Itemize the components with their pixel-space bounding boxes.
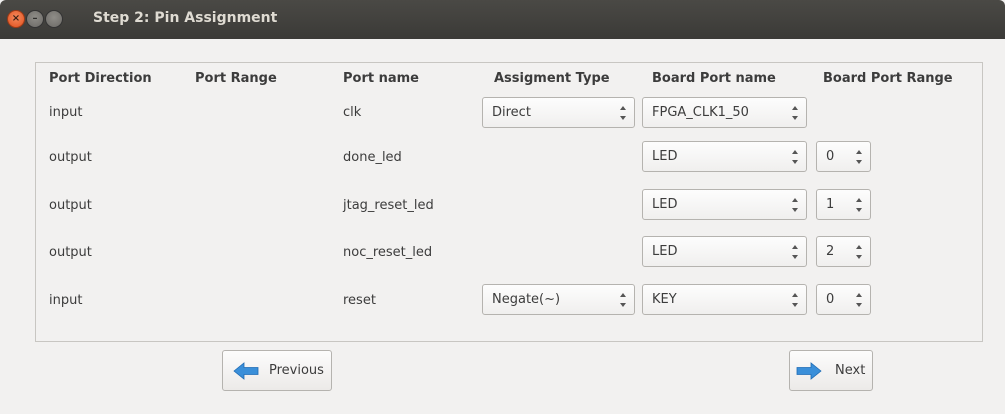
row-direction: output — [49, 245, 92, 260]
assignment-type-select[interactable]: Direct — [482, 97, 635, 128]
window-close-button[interactable]: × — [7, 10, 25, 28]
close-icon: × — [11, 13, 21, 24]
window-minimize-button[interactable]: – — [26, 10, 44, 28]
row-direction: output — [49, 198, 92, 213]
header-board-port-range: Board Port Range — [823, 71, 953, 86]
board-port-value: KEY — [652, 292, 677, 307]
previous-label: Previous — [269, 363, 324, 378]
board-range-value: 0 — [826, 149, 835, 164]
spinner-arrows-icon — [791, 245, 799, 259]
assignment-type-select[interactable]: Negate(~) — [482, 284, 635, 315]
window-title: Step 2: Pin Assignment — [93, 10, 278, 26]
board-port-value: FPGA_CLK1_50 — [652, 105, 749, 120]
header-port-range: Port Range — [195, 71, 277, 86]
board-port-select[interactable]: FPGA_CLK1_50 — [642, 97, 807, 128]
spinner-arrows-icon — [791, 150, 799, 164]
board-port-value: LED — [652, 149, 678, 164]
board-range-spinbox[interactable]: 0 — [816, 284, 871, 315]
spinner-arrows-icon — [791, 293, 799, 307]
spinner-arrows-icon — [619, 293, 627, 307]
board-range-value: 1 — [826, 197, 835, 212]
board-port-select[interactable]: KEY — [642, 284, 807, 315]
row-direction: input — [49, 105, 83, 120]
window-maximize-button[interactable] — [45, 10, 63, 28]
arrow-left-icon — [233, 362, 259, 380]
row-port-name: clk — [343, 105, 362, 120]
row-direction: input — [49, 293, 83, 308]
spinner-arrows-icon — [791, 198, 799, 212]
board-port-select[interactable]: LED — [642, 236, 807, 267]
previous-button[interactable]: Previous — [222, 350, 332, 391]
next-label: Next — [835, 363, 866, 378]
minimize-icon: – — [32, 13, 38, 24]
board-port-select[interactable]: LED — [642, 141, 807, 172]
pin-assignment-window: × – Step 2: Pin Assignment Port Directio… — [0, 0, 1005, 414]
spinner-arrows-icon — [855, 245, 863, 259]
spinner-arrows-icon — [791, 106, 799, 120]
maximize-icon — [46, 11, 62, 27]
next-button[interactable]: Next — [789, 350, 873, 391]
board-range-spinbox[interactable]: 1 — [816, 189, 871, 220]
board-range-spinbox[interactable]: 2 — [816, 236, 871, 267]
assignment-type-value: Direct — [492, 105, 531, 120]
spinner-arrows-icon — [855, 150, 863, 164]
header-port-name: Port name — [343, 71, 420, 86]
row-port-name: done_led — [343, 150, 402, 165]
assignment-type-value: Negate(~) — [492, 292, 561, 307]
board-port-value: LED — [652, 244, 678, 259]
board-range-spinbox[interactable]: 0 — [816, 141, 871, 172]
title-bar: × – Step 2: Pin Assignment — [0, 0, 1005, 39]
row-port-name: reset — [343, 293, 376, 308]
board-port-value: LED — [652, 197, 678, 212]
header-assignment-type: Assigment Type — [494, 71, 610, 86]
row-direction: output — [49, 150, 92, 165]
header-board-port-name: Board Port name — [652, 71, 776, 86]
board-port-select[interactable]: LED — [642, 189, 807, 220]
spinner-arrows-icon — [855, 293, 863, 307]
arrow-right-icon — [796, 362, 822, 380]
board-range-value: 2 — [826, 244, 835, 259]
spinner-arrows-icon — [855, 198, 863, 212]
board-range-value: 0 — [826, 292, 835, 307]
row-port-name: noc_reset_led — [343, 245, 433, 260]
header-port-direction: Port Direction — [49, 71, 152, 86]
spinner-arrows-icon — [619, 106, 627, 120]
row-port-name: jtag_reset_led — [343, 198, 434, 213]
